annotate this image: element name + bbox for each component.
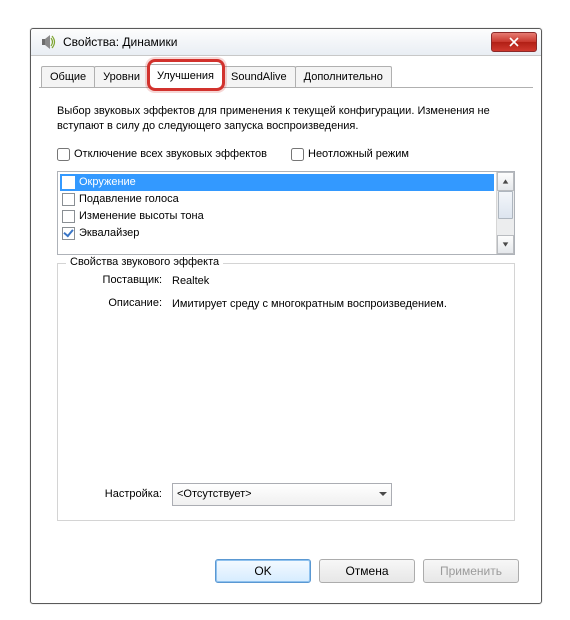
effect-label: Окружение <box>79 176 136 188</box>
properties-dialog: Свойства: Динамики Общие Уровни Улучшени… <box>30 28 542 604</box>
setting-dropdown[interactable]: <Отсутствует> <box>172 483 392 506</box>
close-icon <box>509 37 519 47</box>
disable-all-effects-checkbox[interactable]: Отключение всех звуковых эффектов <box>57 148 267 161</box>
titlebar: Свойства: Динамики <box>31 29 541 56</box>
cancel-button[interactable]: Отмена <box>319 559 415 583</box>
disable-all-effects-input[interactable] <box>57 148 70 161</box>
scroll-track[interactable] <box>497 191 514 235</box>
scroll-down-button[interactable] <box>497 235 514 254</box>
setting-label: Настройка: <box>70 488 172 500</box>
client-area: Общие Уровни Улучшения SoundAlive Дополн… <box>39 65 533 595</box>
checkbox-icon[interactable] <box>62 193 75 206</box>
desc-label: Описание: <box>70 297 172 312</box>
vendor-label: Поставщик: <box>70 274 172 289</box>
effects-listbox[interactable]: Окружение Подавление голоса Изменение вы… <box>57 171 515 255</box>
tab-levels[interactable]: Уровни <box>94 66 149 87</box>
checkbox-icon[interactable] <box>62 176 75 189</box>
effect-label: Изменение высоты тона <box>79 210 204 222</box>
tabstrip: Общие Уровни Улучшения SoundAlive Дополн… <box>39 65 533 88</box>
effect-label: Подавление голоса <box>79 193 179 205</box>
setting-value: <Отсутствует> <box>177 488 252 500</box>
effect-item-environment[interactable]: Окружение <box>60 174 494 191</box>
tab-enhancements[interactable]: Улучшения <box>148 64 223 87</box>
checkbox-icon[interactable] <box>62 210 75 223</box>
vendor-value: Realtek <box>172 274 502 289</box>
ok-button[interactable]: OK <box>215 559 311 583</box>
desc-value: Имитирует среду с многократным воспроизв… <box>172 297 502 312</box>
group-title: Свойства звукового эффекта <box>66 256 223 268</box>
tab-soundalive[interactable]: SoundAlive <box>222 66 296 87</box>
apply-button[interactable]: Применить <box>423 559 519 583</box>
checkbox-icon[interactable] <box>62 227 75 240</box>
window-title: Свойства: Динамики <box>63 35 491 49</box>
effect-item-equalizer[interactable]: Эквалайзер <box>60 225 494 242</box>
button-bar: OK Отмена Применить <box>215 559 519 583</box>
scroll-thumb[interactable] <box>498 191 513 219</box>
effect-item-voice-cancel[interactable]: Подавление голоса <box>60 191 494 208</box>
effect-item-pitch-shift[interactable]: Изменение высоты тона <box>60 208 494 225</box>
immediate-mode-input[interactable] <box>291 148 304 161</box>
effect-label: Эквалайзер <box>79 227 139 239</box>
disable-all-effects-label: Отключение всех звуковых эффектов <box>74 148 267 160</box>
speaker-icon <box>41 34 57 50</box>
immediate-mode-label: Неотложный режим <box>308 148 409 160</box>
effect-properties-group: Свойства звукового эффекта Поставщик: Re… <box>57 263 515 521</box>
description-text: Выбор звуковых эффектов для применения к… <box>57 104 515 134</box>
scrollbar[interactable] <box>496 172 514 254</box>
tab-general[interactable]: Общие <box>41 66 95 87</box>
tab-advanced[interactable]: Дополнительно <box>295 66 392 87</box>
close-button[interactable] <box>491 32 537 52</box>
immediate-mode-checkbox[interactable]: Неотложный режим <box>291 148 409 161</box>
tab-body: Выбор звуковых эффектов для применения к… <box>39 88 533 537</box>
scroll-up-button[interactable] <box>497 172 514 191</box>
